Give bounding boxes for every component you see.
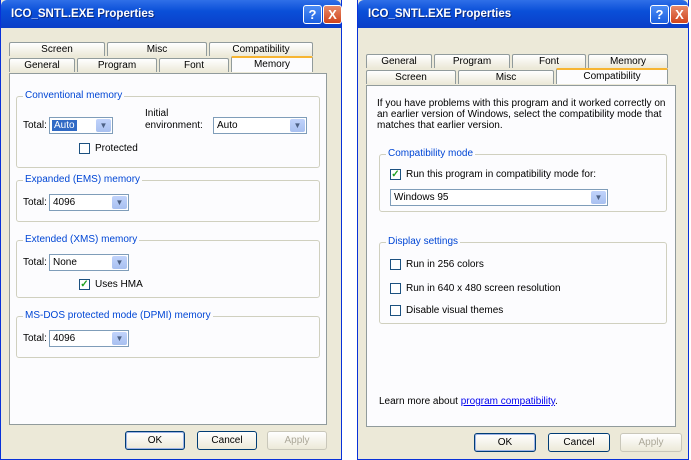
right-tab-row-back: General Program Font Memory <box>366 54 670 68</box>
tab-screen[interactable]: Screen <box>9 42 105 56</box>
disable-visual-themes-checkbox[interactable] <box>390 305 401 316</box>
dpmi-total-select[interactable]: 4096 ▼ <box>49 330 129 347</box>
tab-font[interactable]: Font <box>512 54 586 68</box>
left-title-bar[interactable]: ICO_SNTL.EXE Properties ? X <box>1 0 342 28</box>
uses-hma-checkbox[interactable]: ✓ <box>79 279 90 290</box>
conventional-total-label: Total: <box>23 120 47 131</box>
dpmi-total-value: 4096 <box>53 333 76 344</box>
protected-label: Protected <box>95 143 138 154</box>
apply-button[interactable]: Apply <box>267 431 327 450</box>
chevron-down-icon[interactable]: ▼ <box>112 196 127 209</box>
chevron-down-icon[interactable]: ▼ <box>96 119 111 132</box>
tab-screen[interactable]: Screen <box>366 70 456 84</box>
tab-misc[interactable]: Misc <box>107 42 207 56</box>
dpmi-total-label: Total: <box>23 333 47 344</box>
conventional-memory-label: Conventional memory <box>23 90 125 101</box>
expanded-memory-group: Expanded (EMS) memory Total: 4096 ▼ <box>16 174 320 222</box>
tab-memory[interactable]: Memory <box>588 54 668 68</box>
learn-more-text: Learn more about program compatibility. <box>379 396 558 407</box>
tab-font[interactable]: Font <box>159 58 229 72</box>
compat-os-value: Windows 95 <box>394 192 449 203</box>
help-button[interactable]: ? <box>650 5 669 24</box>
left-tab-panel: Conventional memory Total: Auto ▼ Initia… <box>9 73 327 425</box>
run-compat-mode-label: Run this program in compatibility mode f… <box>406 169 597 180</box>
initial-environment-label-1: Initial <box>145 108 169 119</box>
disable-visual-themes-label: Disable visual themes <box>406 305 504 316</box>
chevron-down-icon[interactable]: ▼ <box>112 256 127 269</box>
extended-total-label: Total: <box>23 257 47 268</box>
learn-more-prefix: Learn more about <box>379 396 458 407</box>
run-640x480-checkbox[interactable] <box>390 283 401 294</box>
expanded-total-value: 4096 <box>53 197 76 208</box>
run-256-colors-checkbox[interactable] <box>390 259 401 270</box>
right-tab-row-front: Screen Misc Compatibility <box>366 68 670 84</box>
tab-general[interactable]: General <box>9 58 75 72</box>
compat-os-select[interactable]: Windows 95 ▼ <box>390 189 608 206</box>
intro-line-2: an earlier version of Windows, select th… <box>377 109 662 120</box>
tab-compatibility[interactable]: Compatibility <box>556 68 668 84</box>
cancel-button[interactable]: Cancel <box>548 433 610 452</box>
display-settings-group: Display settings Run in 256 colors Run i… <box>379 236 667 324</box>
conventional-memory-group: Conventional memory Total: Auto ▼ Initia… <box>16 90 320 168</box>
right-window-title: ICO_SNTL.EXE Properties <box>368 8 512 20</box>
chevron-down-icon[interactable]: ▼ <box>290 119 305 132</box>
extended-total-value: None <box>53 257 77 268</box>
chevron-down-icon[interactable]: ▼ <box>591 191 606 204</box>
left-window-title: ICO_SNTL.EXE Properties <box>11 8 155 20</box>
chevron-down-icon[interactable]: ▼ <box>112 332 127 345</box>
expanded-total-select[interactable]: 4096 ▼ <box>49 194 129 211</box>
display-settings-label: Display settings <box>386 236 461 247</box>
tab-memory[interactable]: Memory <box>231 56 313 72</box>
ok-button[interactable]: OK <box>474 433 536 452</box>
program-compatibility-link[interactable]: program compatibility <box>461 396 555 407</box>
tab-misc[interactable]: Misc <box>458 70 554 84</box>
conventional-total-value: Auto <box>52 120 77 131</box>
dpmi-memory-label: MS-DOS protected mode (DPMI) memory <box>23 310 213 321</box>
expanded-total-label: Total: <box>23 197 47 208</box>
initial-environment-select[interactable]: Auto ▼ <box>213 117 307 134</box>
right-tab-panel: If you have problems with this program a… <box>366 85 676 427</box>
conventional-total-select[interactable]: Auto ▼ <box>49 117 113 134</box>
run-compat-mode-checkbox[interactable]: ✓ <box>390 169 401 180</box>
left-tab-row-back: Screen Misc Compatibility <box>9 42 315 56</box>
cancel-button[interactable]: Cancel <box>197 431 257 450</box>
right-title-bar[interactable]: ICO_SNTL.EXE Properties ? X <box>358 0 689 28</box>
tab-general[interactable]: General <box>366 54 432 68</box>
left-tab-row-front: General Program Font Memory <box>9 56 315 72</box>
intro-line-1: If you have problems with this program a… <box>377 98 666 109</box>
extended-memory-group: Extended (XMS) memory Total: None ▼ ✓ Us… <box>16 234 320 298</box>
right-properties-window: ICO_SNTL.EXE Properties ? X General Prog… <box>357 0 689 460</box>
initial-environment-value: Auto <box>217 120 238 131</box>
run-640x480-label: Run in 640 x 480 screen resolution <box>406 283 561 294</box>
tab-program[interactable]: Program <box>434 54 510 68</box>
expanded-memory-label: Expanded (EMS) memory <box>23 174 143 185</box>
help-button[interactable]: ? <box>303 5 322 24</box>
close-button[interactable]: X <box>670 5 689 24</box>
tab-program[interactable]: Program <box>77 58 157 72</box>
protected-checkbox[interactable] <box>79 143 90 154</box>
learn-more-suffix: . <box>555 396 558 407</box>
initial-environment-label-2: environment: <box>145 120 203 131</box>
compatibility-mode-group: Compatibility mode ✓ Run this program in… <box>379 148 667 212</box>
left-properties-window: ICO_SNTL.EXE Properties ? X Screen Misc … <box>0 0 342 460</box>
tab-compatibility[interactable]: Compatibility <box>209 42 313 56</box>
uses-hma-label: Uses HMA <box>95 279 143 290</box>
compatibility-intro-text: If you have problems with this program a… <box>377 98 672 131</box>
dpmi-memory-group: MS-DOS protected mode (DPMI) memory Tota… <box>16 310 320 358</box>
run-256-colors-label: Run in 256 colors <box>406 259 484 270</box>
close-button[interactable]: X <box>323 5 342 24</box>
intro-line-3: matches that earlier version. <box>377 120 503 131</box>
apply-button[interactable]: Apply <box>620 433 682 452</box>
ok-button[interactable]: OK <box>125 431 185 450</box>
compatibility-mode-label: Compatibility mode <box>386 148 476 159</box>
extended-total-select[interactable]: None ▼ <box>49 254 129 271</box>
extended-memory-label: Extended (XMS) memory <box>23 234 140 245</box>
